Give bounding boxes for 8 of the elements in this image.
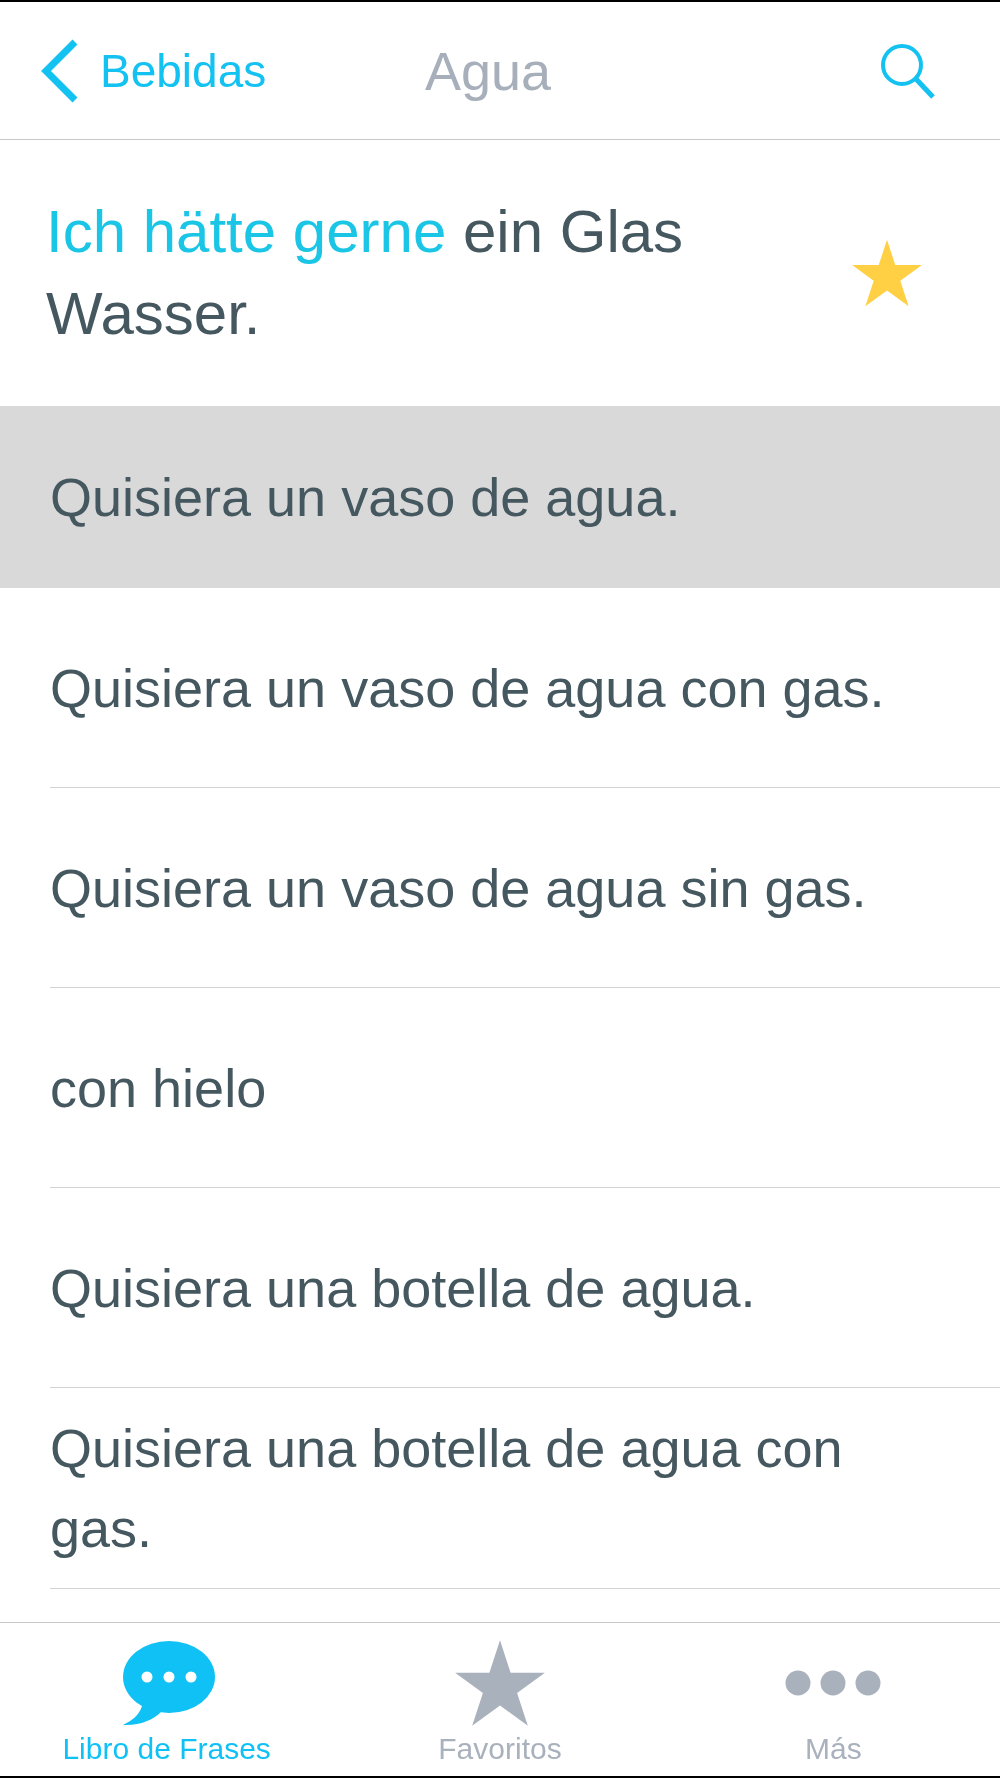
star-icon xyxy=(455,1640,545,1726)
screen-title: Agua xyxy=(424,39,552,102)
dots-icon xyxy=(785,1670,882,1696)
phrase-text: Ich hätte gerne ein Glas Wasser. xyxy=(46,197,685,349)
search-icon[interactable] xyxy=(880,41,936,100)
chevron-icon xyxy=(40,37,80,104)
list-row[interactable]: Quisiera un vaso de agua. xyxy=(0,406,1000,588)
star-icon[interactable] xyxy=(852,239,922,307)
